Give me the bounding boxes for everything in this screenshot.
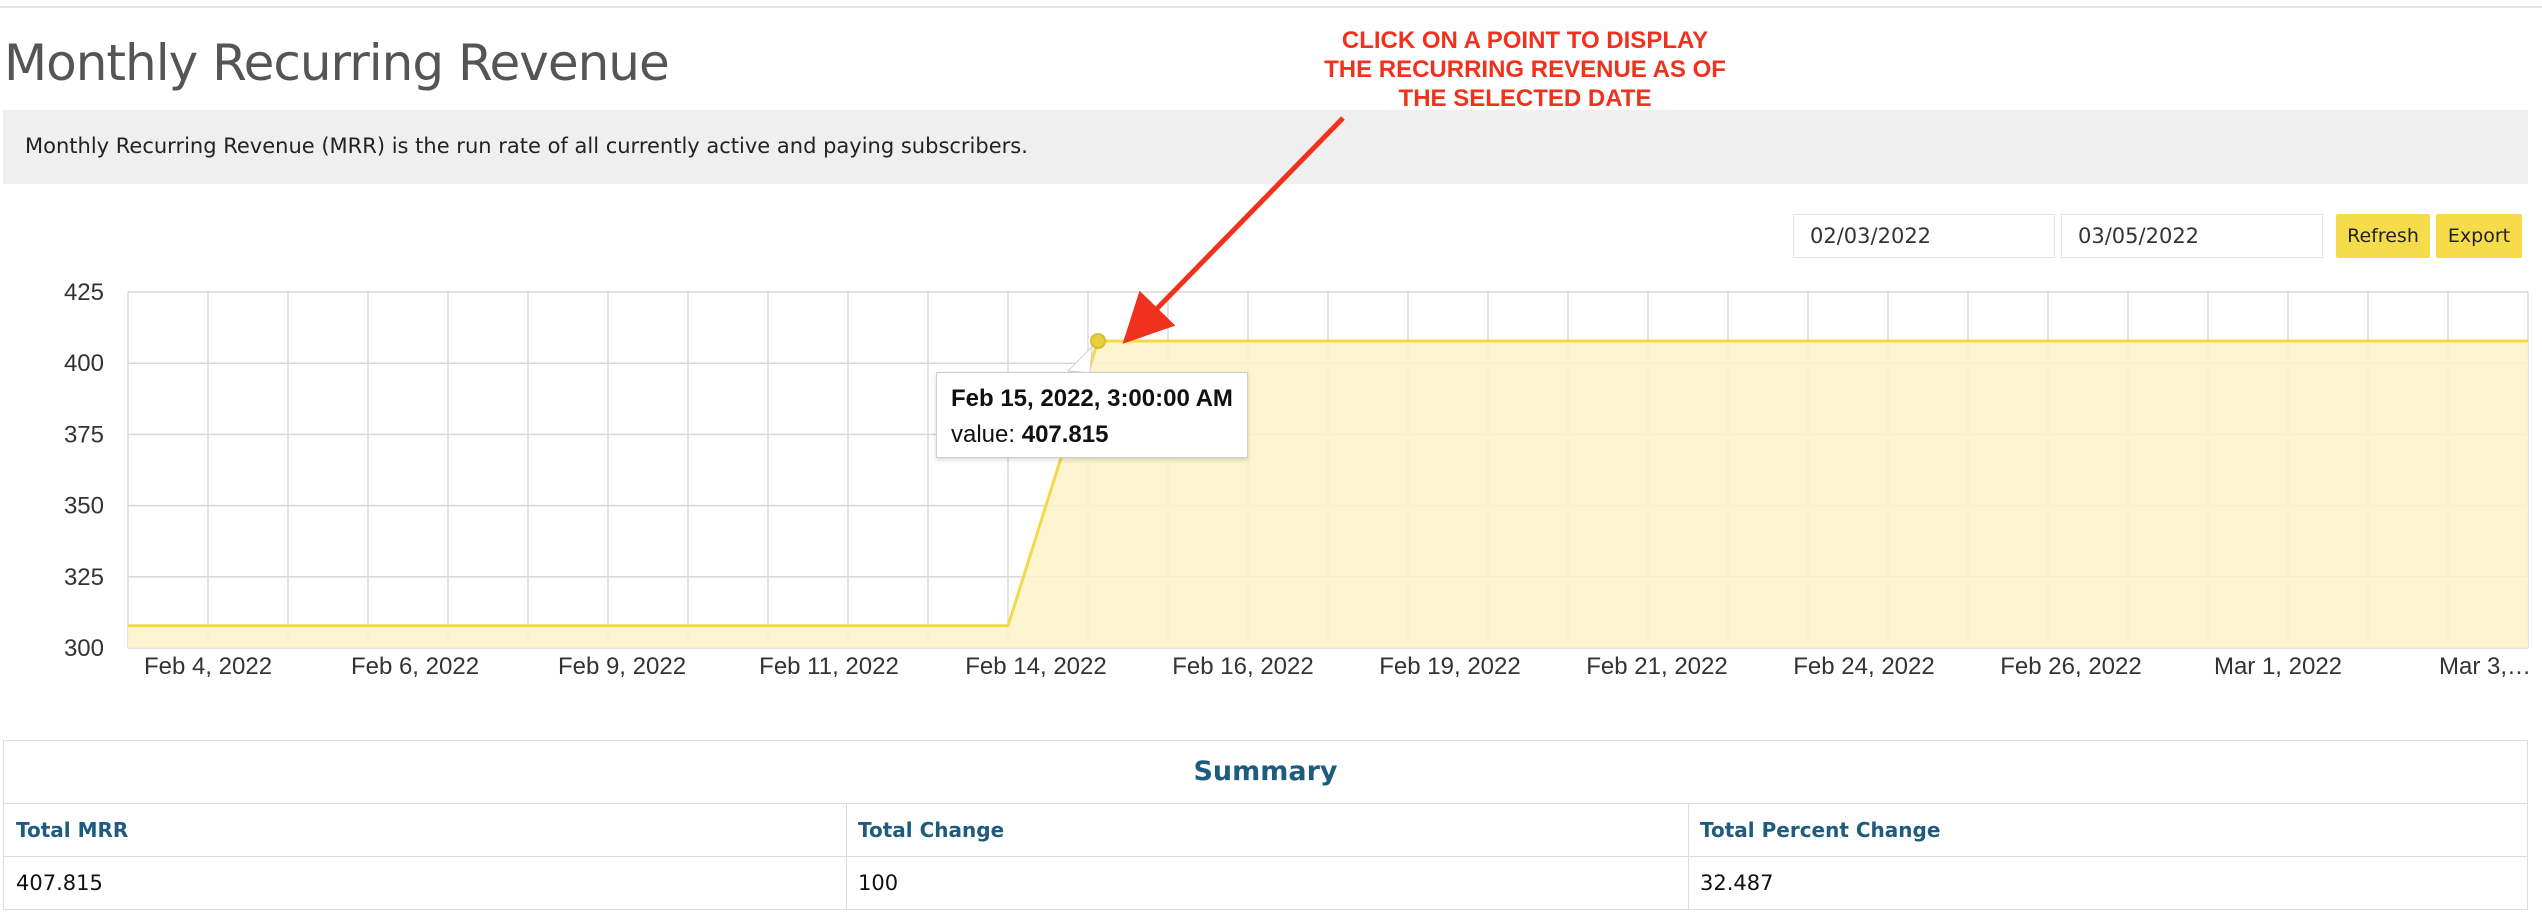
x-tick-label: Feb 9, 2022: [558, 653, 686, 680]
x-tick-label: Mar 1, 2022: [2214, 653, 2342, 680]
x-tick-label: Mar 3,…: [2439, 653, 2531, 680]
x-tick-label: Feb 24, 2022: [1793, 653, 1934, 680]
start-date-input[interactable]: [1793, 214, 2055, 258]
y-tick-label: 400: [64, 350, 104, 377]
top-rule: [0, 6, 2542, 8]
chart-tooltip: Feb 15, 2022, 3:00:00 AM value: 407.815: [936, 372, 1248, 458]
y-tick-label: 350: [64, 493, 104, 520]
mrr-chart[interactable]: 300 325 350 375 400 425 Feb 4, 2022 Feb 6, 202…: [0, 270, 2542, 690]
y-axis: 300 325 350 375 400 425: [64, 279, 104, 662]
data-point: [1090, 332, 1106, 349]
end-date-input[interactable]: [2061, 214, 2323, 258]
callout-line: CLICK ON A POINT TO DISPLAY: [1341, 27, 1709, 54]
x-tick-label: Feb 19, 2022: [1379, 653, 1520, 680]
tooltip-value-row: value: 407.815: [951, 421, 1233, 449]
x-axis: Feb 4, 2022 Feb 6, 2022 Feb 9, 2022 Feb 11,…: [144, 653, 2531, 680]
x-tick-label: Feb 4, 2022: [144, 653, 272, 680]
x-tick-label: Feb 11, 2022: [759, 653, 899, 680]
tooltip-value: 407.815: [1021, 421, 1109, 448]
refresh-button[interactable]: Refresh: [2336, 214, 2430, 258]
callout-line: THE SELECTED DATE: [1398, 85, 1652, 112]
summary-divider: [846, 803, 847, 909]
x-tick-label: Feb 16, 2022: [1172, 653, 1313, 680]
tooltip-date: Feb 15, 2022, 3:00:00 AM: [951, 385, 1233, 412]
y-tick-label: 325: [64, 564, 104, 591]
export-button[interactable]: Export: [2436, 214, 2522, 258]
y-tick-label: 425: [64, 279, 104, 306]
summary-title: Summary: [4, 741, 2527, 804]
header-total-change: Total Change: [846, 803, 1688, 857]
area-fill: [128, 340, 2528, 648]
x-tick-label: Feb 14, 2022: [965, 653, 1106, 680]
tooltip-pointer: [1066, 345, 1093, 374]
value-total-change: 100: [858, 871, 899, 895]
description-text: Monthly Recurring Revenue (MRR) is the r…: [25, 134, 1028, 158]
tooltip-value-label: value:: [951, 421, 1016, 448]
callout-line: THE RECURRING REVENUE AS OF: [1324, 56, 1726, 83]
description-box: Monthly Recurring Revenue (MRR) is the r…: [3, 110, 2528, 184]
value-total-mrr: 407.815: [16, 871, 103, 895]
header-total-percent-change: Total Percent Change: [1688, 803, 2527, 857]
page-title: Monthly Recurring Revenue: [4, 34, 670, 92]
chart-area: [128, 339, 2528, 648]
summary-table: Summary Total MRR Total Change Total Per…: [3, 740, 2528, 910]
y-tick-label: 300: [64, 635, 104, 662]
x-tick-label: Feb 26, 2022: [2000, 653, 2141, 680]
x-tick-label: Feb 21, 2022: [1586, 653, 1727, 680]
callout-annotation: CLICK ON A POINT TO DISPLAY THE RECURRIN…: [1290, 26, 1760, 113]
y-tick-label: 375: [64, 421, 104, 448]
value-total-percent-change: 32.487: [1700, 871, 1774, 895]
summary-divider: [1688, 803, 1689, 909]
x-tick-label: Feb 6, 2022: [351, 653, 479, 680]
header-total-mrr: Total MRR: [4, 803, 846, 857]
